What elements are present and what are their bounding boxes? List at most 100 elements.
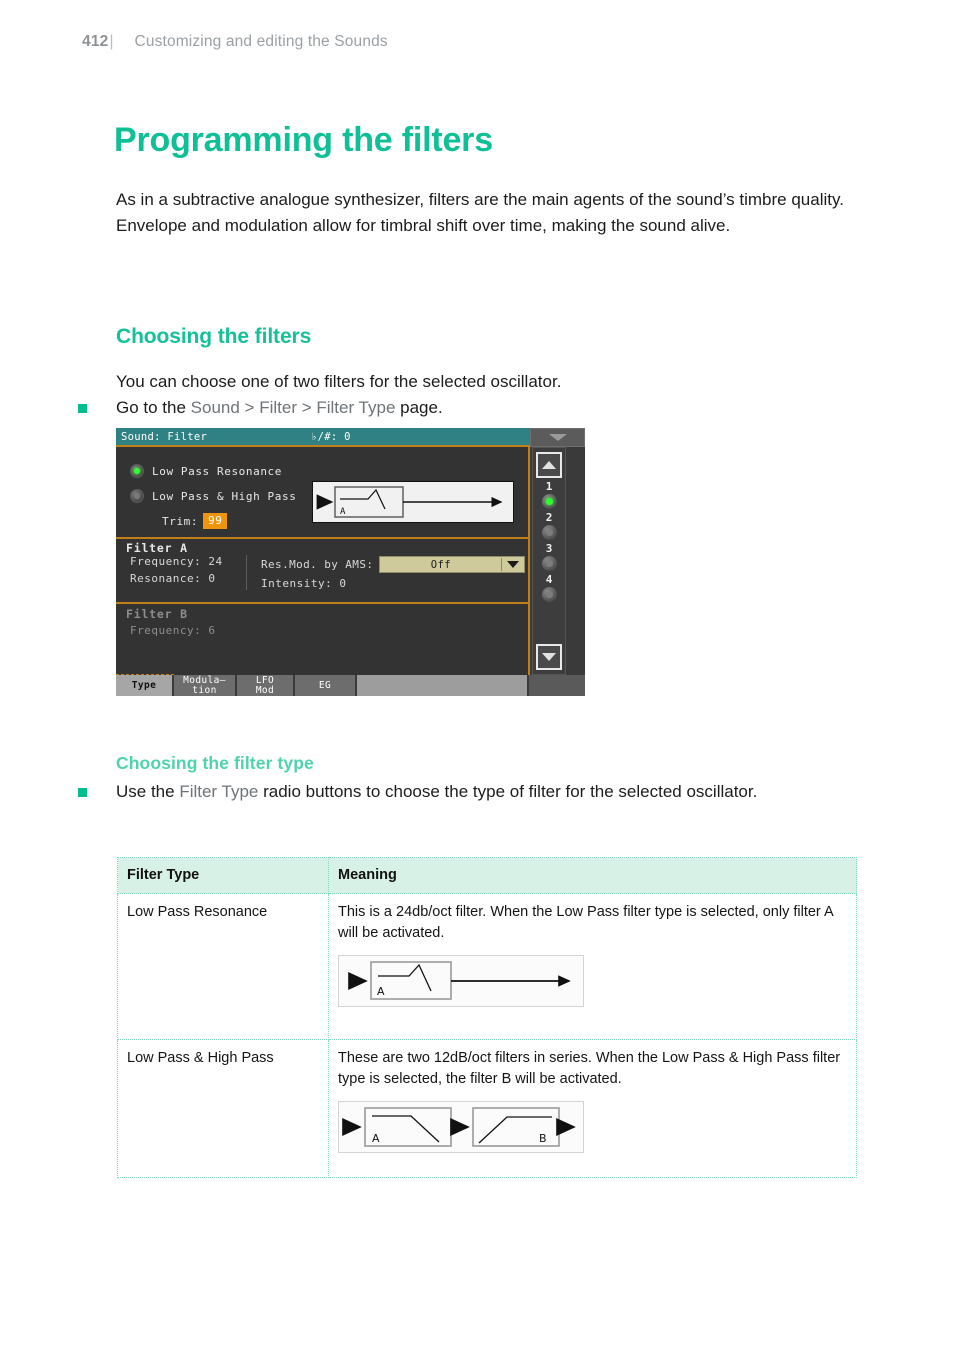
triangle-down-icon <box>542 653 556 661</box>
lcd-screenshot-filter-type-page: Sound: Filter ♭/#: 0 Low Pass Resonance … <box>116 428 585 696</box>
page-number: 412 <box>82 33 109 50</box>
table-cell-meaning-text-1: This is a 24db/oct filter. When the Low … <box>338 904 833 941</box>
lcd-osc-led-3[interactable] <box>541 556 557 571</box>
lcd-radio-low-pass-high-pass[interactable]: Low Pass & High Pass <box>130 489 296 503</box>
subsection-heading-choosing-filter-type: Choosing the filter type <box>116 752 314 773</box>
table-header-row: Filter Type Meaning <box>117 857 857 894</box>
lcd-signal-flow-diagram: A <box>312 481 514 523</box>
section-heading-choosing-filters: Choosing the filters <box>116 325 312 349</box>
radio-button-on-icon <box>130 464 144 478</box>
lcd-trim-field[interactable]: Trim: 99 <box>162 513 228 529</box>
lcd-filter-a-resonance-value: 0 <box>208 572 216 585</box>
lcd-tab-empty-area <box>357 675 529 696</box>
bullet-use-text: Use the Filter Type radio buttons to cho… <box>116 779 757 805</box>
lcd-radio-label-1: Low Pass Resonance <box>152 464 283 478</box>
lcd-filter-b-frequency[interactable]: Frequency: 6 <box>130 624 528 637</box>
table-header-meaning: Meaning <box>328 857 857 894</box>
lcd-filter-a-block: Filter A Frequency: 24 Resonance: 0 Res.… <box>116 541 528 590</box>
bullet-use-suffix: radio buttons to choose the type of filt… <box>258 782 758 801</box>
page-title: Programming the filters <box>114 120 493 159</box>
lcd-tab-type[interactable]: Type <box>116 675 174 696</box>
lowpass-highpass-diagram-svg: A B <box>342 1107 576 1147</box>
svg-text:A: A <box>340 507 346 517</box>
lowpass-resonance-flow-svg: A <box>316 486 503 518</box>
lcd-filter-a-title: Filter A <box>126 541 188 555</box>
lcd-res-mod-ams-dropdown[interactable]: Off <box>379 556 526 573</box>
lcd-body: Low Pass Resonance Low Pass & High Pass … <box>116 445 530 675</box>
lcd-page-title: Sound: Filter <box>121 430 208 443</box>
lcd-oscillator-rail: 1 2 3 4 <box>532 447 566 675</box>
bullet-goto-prefix: Go to the <box>116 398 191 417</box>
lcd-osc-led-1[interactable] <box>541 494 557 509</box>
lcd-scroll-up-button[interactable] <box>536 452 562 478</box>
lcd-filter-a-frequency[interactable]: Frequency: 24 <box>130 555 246 568</box>
bullet-goto-filter-type-page: Go to the Sound > Filter > Filter Type p… <box>78 395 868 421</box>
table-header-filter-type: Filter Type <box>117 857 329 894</box>
choosing-filters-lead: You can choose one of two filters for th… <box>116 372 562 391</box>
chevron-down-icon <box>548 434 567 441</box>
lcd-intensity-row[interactable]: Intensity: 0 <box>261 577 528 590</box>
lcd-osc-led-2[interactable] <box>541 525 557 540</box>
radio-button-off-icon <box>130 489 144 503</box>
bullet-square-icon <box>78 404 87 413</box>
table-cell-meaning-low-pass-resonance: This is a 24db/oct filter. When the Low … <box>328 893 857 1040</box>
lcd-tab-eg[interactable]: EG <box>295 675 357 696</box>
lcd-trim-value[interactable]: 99 <box>203 513 228 529</box>
lcd-divider-2 <box>116 602 528 604</box>
chevron-down-icon <box>502 561 524 568</box>
lcd-filter-a-frequency-value: 24 <box>208 555 223 568</box>
triangle-up-icon <box>542 461 556 469</box>
header-chapter-title: Customizing and editing the Sounds <box>134 33 388 50</box>
lcd-filter-a-resonance[interactable]: Resonance: 0 <box>130 572 246 585</box>
lcd-tab-modulation-line2: tion <box>192 684 217 696</box>
lcd-filter-b-title: Filter B <box>126 607 188 621</box>
filter-type-table: Filter Type Meaning Low Pass Resonance T… <box>117 857 857 1178</box>
lcd-osc-number-3: 3 <box>545 542 553 555</box>
lcd-tab-lfo-mod[interactable]: LFO Mod <box>237 675 295 696</box>
lcd-filter-b-block: Filter B Frequency: 6 <box>116 607 528 637</box>
header-separator: | <box>109 33 114 50</box>
intro-paragraph: As in a subtractive analogue synthesizer… <box>116 190 844 235</box>
page-header: 412 | Customizing and editing the Sounds <box>82 33 388 51</box>
lcd-filter-b-frequency-value: 6 <box>208 624 216 637</box>
lcd-res-mod-ams-row[interactable]: Res.Mod. by AMS: Off <box>261 556 528 573</box>
lcd-osc-number-2: 2 <box>545 511 553 524</box>
bullet-goto-suffix: page. <box>395 398 443 417</box>
lcd-scroll-down-button[interactable] <box>536 644 562 670</box>
lcd-titlebar: Sound: Filter ♭/#: 0 <box>116 428 530 445</box>
lcd-filter-b-frequency-label: Frequency: <box>130 624 202 637</box>
bullet-square-icon <box>78 788 87 797</box>
bullet-use-path: Filter Type <box>179 782 259 801</box>
lcd-tab-modulation[interactable]: Modula— tion <box>174 675 237 696</box>
lcd-divider-1 <box>116 537 528 539</box>
diagram-low-pass-high-pass: A B <box>338 1101 584 1153</box>
svg-text:A: A <box>377 985 385 998</box>
lcd-tab-strip: Type Modula— tion LFO Mod EG <box>116 675 585 696</box>
lcd-osc-number-4: 4 <box>545 573 553 586</box>
lcd-intensity-value: 0 <box>339 577 347 590</box>
lcd-res-mod-ams-value: Off <box>430 558 451 571</box>
lcd-radio-label-2: Low Pass & High Pass <box>152 489 297 503</box>
lcd-intensity-label: Intensity: <box>261 577 333 590</box>
bullet-use-prefix: Use the <box>116 782 180 801</box>
bullet-goto-text: Go to the Sound > Filter > Filter Type p… <box>116 395 443 421</box>
lcd-osc-number-1: 1 <box>545 480 553 493</box>
diagram-low-pass-resonance: A <box>338 955 584 1007</box>
lcd-filter-type-section: Low Pass Resonance Low Pass & High Pass … <box>116 447 528 537</box>
bullet-use-filter-type-radios: Use the Filter Type radio buttons to cho… <box>78 779 868 805</box>
lcd-filter-a-frequency-label: Frequency: <box>130 555 202 568</box>
svg-text:B: B <box>539 1132 547 1145</box>
lcd-page-menu-button[interactable] <box>530 428 585 447</box>
lcd-res-mod-ams-label: Res.Mod. by AMS: <box>261 558 374 571</box>
lcd-tab-strip-end <box>529 675 585 696</box>
lcd-radio-low-pass-resonance[interactable]: Low Pass Resonance <box>130 464 282 478</box>
lcd-trim-label: Trim: <box>162 514 199 528</box>
table-cell-meaning-low-pass-high-pass: These are two 12dB/oct filters in series… <box>328 1039 857 1178</box>
lowpass-resonance-diagram-svg: A <box>348 961 571 1000</box>
bullet-goto-path: Sound > Filter > Filter Type <box>190 398 396 417</box>
table-cell-type-low-pass-resonance: Low Pass Resonance <box>117 893 329 1040</box>
lcd-osc-led-4[interactable] <box>541 587 557 602</box>
table-row: Low Pass & High Pass These are two 12dB/… <box>117 1039 857 1178</box>
table-row: Low Pass Resonance This is a 24db/oct fi… <box>117 893 857 1040</box>
table-cell-type-low-pass-high-pass: Low Pass & High Pass <box>117 1039 329 1178</box>
